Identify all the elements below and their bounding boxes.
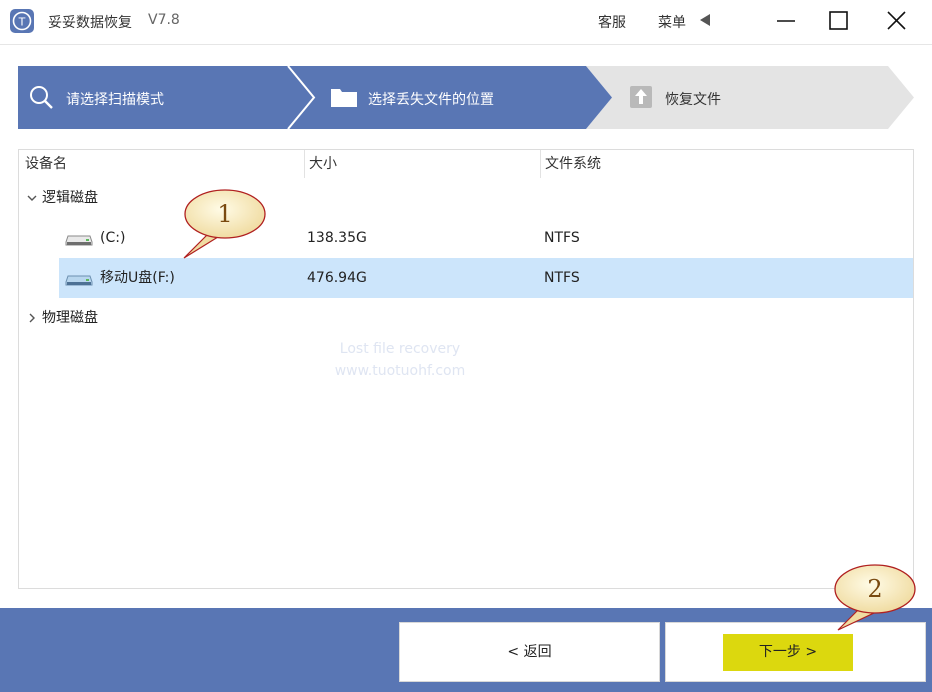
device-size: 138.35G	[307, 230, 367, 246]
close-icon	[887, 11, 906, 30]
app-version: V7.8	[148, 12, 180, 28]
column-header-filesystem[interactable]: 文件系统	[545, 150, 601, 178]
step-3-label: 恢复文件	[665, 92, 721, 108]
step-2[interactable]: 选择丢失文件的位置	[318, 66, 588, 129]
device-filesystem: NTFS	[544, 230, 580, 246]
callout-2: 2	[826, 562, 920, 634]
column-divider[interactable]	[540, 150, 541, 178]
back-button[interactable]: < 返回	[399, 622, 660, 682]
upload-icon	[630, 86, 652, 108]
column-header-size[interactable]: 大小	[309, 150, 337, 178]
step-2-label: 选择丢失文件的位置	[368, 92, 494, 108]
maximize-icon	[829, 11, 848, 30]
group-label: 物理磁盘	[42, 310, 98, 326]
chevron-right-icon[interactable]	[25, 311, 39, 325]
close-button[interactable]	[878, 6, 914, 36]
column-divider[interactable]	[304, 150, 305, 178]
next-button-label: 下一步 >	[758, 644, 818, 660]
callout-1: 1	[150, 186, 274, 266]
menu-caret-icon[interactable]	[698, 12, 712, 28]
callout-1-bubble	[183, 189, 266, 259]
callout-2-number: 2	[867, 575, 883, 603]
svg-text:T: T	[18, 16, 26, 29]
device-size: 476.94G	[307, 270, 367, 286]
device-name: (C:)	[100, 230, 126, 246]
device-filesystem: NTFS	[544, 270, 580, 286]
watermark: Lost file recovery www.tuotuohf.com	[310, 338, 490, 382]
column-header-device-name[interactable]: 设备名	[25, 150, 67, 178]
next-button-highlight[interactable]: 下一步 >	[723, 634, 853, 671]
minimize-icon	[777, 20, 795, 22]
step-wizard: 请选择扫描模式 选择丢失文件的位置 恢复文件	[18, 66, 914, 129]
usb-drive-icon	[65, 275, 93, 286]
step-1-label: 请选择扫描模式	[66, 92, 164, 108]
folder-icon	[331, 89, 357, 107]
maximize-button[interactable]	[820, 6, 856, 36]
step-3[interactable]: 恢复文件	[618, 66, 878, 129]
callout-1-number: 1	[217, 200, 233, 228]
drive-icon	[65, 235, 93, 246]
watermark-line-2: www.tuotuohf.com	[334, 363, 466, 379]
group-label: 逻辑磁盘	[42, 190, 98, 206]
group-physical-disks[interactable]: 物理磁盘	[19, 298, 913, 338]
menu-link[interactable]: 菜单	[658, 12, 686, 32]
back-button-label: < 返回	[507, 644, 552, 660]
footer-bar: < 返回 下一步 >	[0, 608, 932, 692]
minimize-button[interactable]	[768, 6, 804, 36]
search-icon	[30, 86, 53, 109]
step-1[interactable]: 请选择扫描模式	[18, 66, 298, 129]
chevron-down-icon[interactable]	[25, 191, 39, 205]
watermark-line-1: Lost file recovery	[339, 341, 461, 357]
app-title: 妥妥数据恢复	[48, 15, 132, 31]
title-bar: T 妥妥数据恢复 V7.8 客服 菜单	[0, 0, 932, 45]
customer-service-link[interactable]: 客服	[598, 12, 626, 32]
app-logo-icon: T	[10, 9, 34, 33]
